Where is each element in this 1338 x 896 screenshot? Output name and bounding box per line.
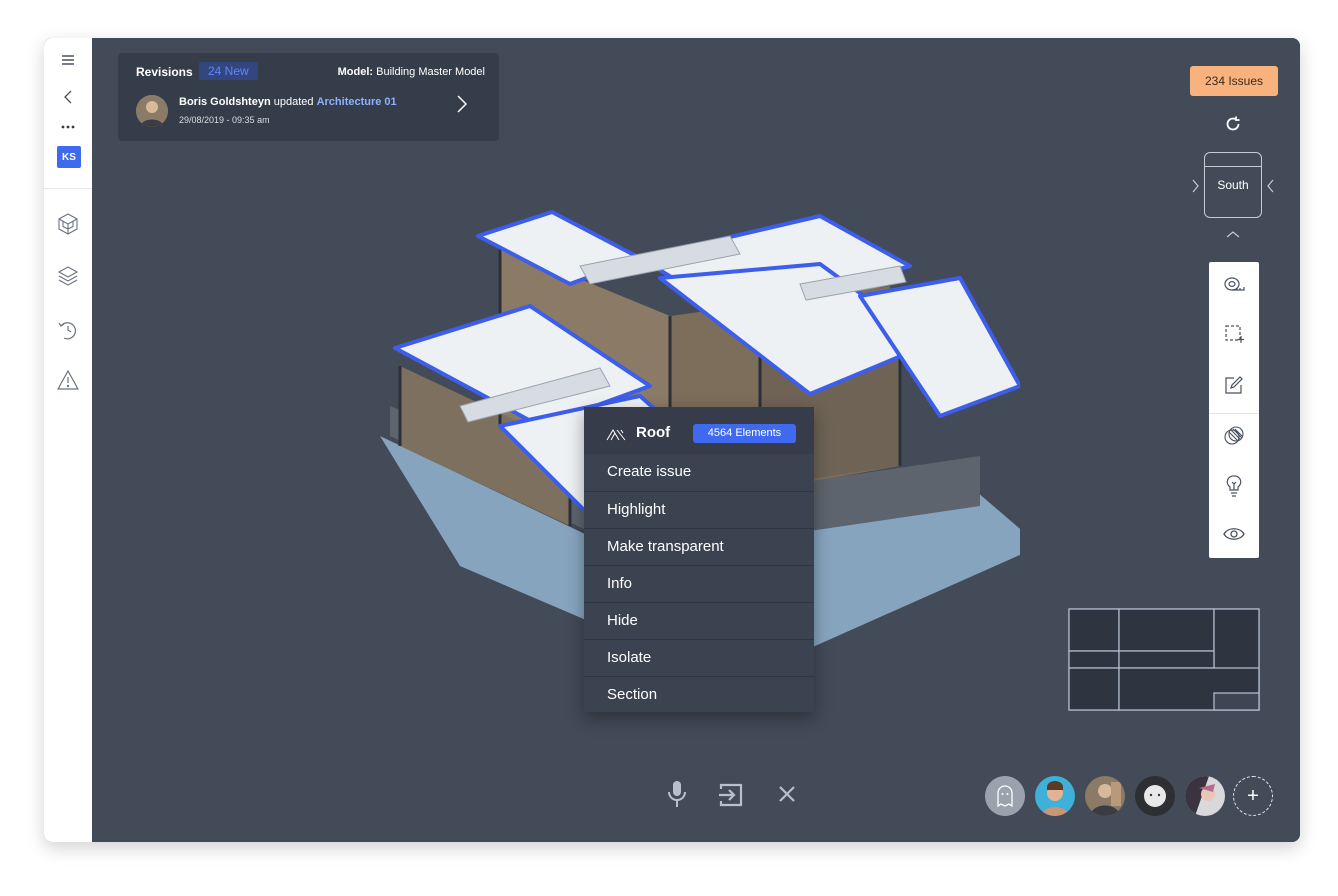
menu-item-create-issue[interactable]: Create issue xyxy=(584,454,814,490)
model-cube-icon[interactable] xyxy=(44,212,92,236)
tool-palette xyxy=(1209,262,1259,558)
markup-pencil-icon[interactable] xyxy=(1209,365,1259,405)
3d-viewport[interactable]: Revisions 24 New Model: Building Master … xyxy=(92,38,1300,842)
element-count-badge: 4564 Elements xyxy=(693,424,796,443)
context-menu-header: Roof 4564 Elements xyxy=(584,407,814,454)
sidebar-divider xyxy=(44,188,92,189)
ghost-avatar[interactable] xyxy=(985,776,1025,816)
context-menu: Roof 4564 Elements Create issue Highligh… xyxy=(584,407,814,712)
view-cube-face: South xyxy=(1217,178,1249,192)
plus-icon: + xyxy=(1247,784,1259,807)
revision-user: Boris Goldshteyn xyxy=(179,96,271,108)
more-dots-icon[interactable] xyxy=(44,120,92,134)
revisions-panel: Revisions 24 New Model: Building Master … xyxy=(118,53,499,141)
app-window: KS Revisions 24 New Model: Building Mast… xyxy=(44,38,1300,842)
avatar[interactable] xyxy=(1085,776,1125,816)
close-icon[interactable] xyxy=(778,785,796,808)
exit-session-icon[interactable] xyxy=(718,782,744,813)
avatar[interactable] xyxy=(1135,776,1175,816)
context-menu-title: Roof xyxy=(636,424,671,441)
menu-item-isolate[interactable]: Isolate xyxy=(584,639,814,675)
add-participant-button[interactable]: + xyxy=(1233,776,1273,816)
menu-item-highlight[interactable]: Highlight xyxy=(584,491,814,527)
measure-tape-icon[interactable] xyxy=(1209,265,1259,305)
history-icon[interactable] xyxy=(44,318,92,342)
hamburger-menu-icon[interactable] xyxy=(44,52,92,68)
eye-icon[interactable] xyxy=(1209,514,1259,554)
lightbulb-icon[interactable] xyxy=(1209,466,1259,506)
xray-material-icon[interactable] xyxy=(1209,416,1259,456)
avatar xyxy=(136,95,168,127)
refresh-icon[interactable] xyxy=(1225,116,1241,137)
back-chevron-icon[interactable] xyxy=(44,88,92,106)
model-label: Model: xyxy=(337,66,374,78)
roof-icon xyxy=(606,428,626,446)
revision-entry-text: Boris Goldshteyn updated Architecture 01 xyxy=(179,96,397,108)
model-info: Model: Building Master Model xyxy=(338,66,485,78)
selection-box-icon[interactable] xyxy=(1209,314,1259,354)
revision-action: updated xyxy=(273,96,314,108)
layers-icon[interactable] xyxy=(44,264,92,288)
view-cube[interactable]: South xyxy=(1204,152,1262,218)
model-name: Building Master Model xyxy=(376,66,485,78)
new-revisions-badge[interactable]: 24 New xyxy=(199,62,258,80)
rotate-up-icon[interactable] xyxy=(1226,225,1240,243)
chevron-right-icon[interactable] xyxy=(457,95,468,118)
microphone-icon[interactable] xyxy=(668,780,686,813)
menu-item-hide[interactable]: Hide xyxy=(584,602,814,638)
left-sidebar: KS xyxy=(44,38,93,842)
minimap[interactable] xyxy=(1068,608,1260,711)
issues-button[interactable]: 234 Issues xyxy=(1190,66,1278,96)
rotate-left-icon[interactable] xyxy=(1192,179,1199,198)
warning-icon[interactable] xyxy=(44,368,92,392)
menu-item-make-transparent[interactable]: Make transparent xyxy=(584,528,814,564)
menu-item-section[interactable]: Section xyxy=(584,676,814,712)
avatar[interactable] xyxy=(1035,776,1075,816)
revision-datetime: 29/08/2019 - 09:35 am xyxy=(179,115,270,125)
revision-target-link[interactable]: Architecture 01 xyxy=(317,96,397,108)
menu-item-info[interactable]: Info xyxy=(584,565,814,601)
user-initials-avatar[interactable]: KS xyxy=(57,146,81,168)
rotate-right-icon[interactable] xyxy=(1267,179,1274,198)
tool-divider xyxy=(1209,413,1259,414)
avatar[interactable] xyxy=(1185,776,1225,816)
revisions-title: Revisions xyxy=(136,65,193,79)
